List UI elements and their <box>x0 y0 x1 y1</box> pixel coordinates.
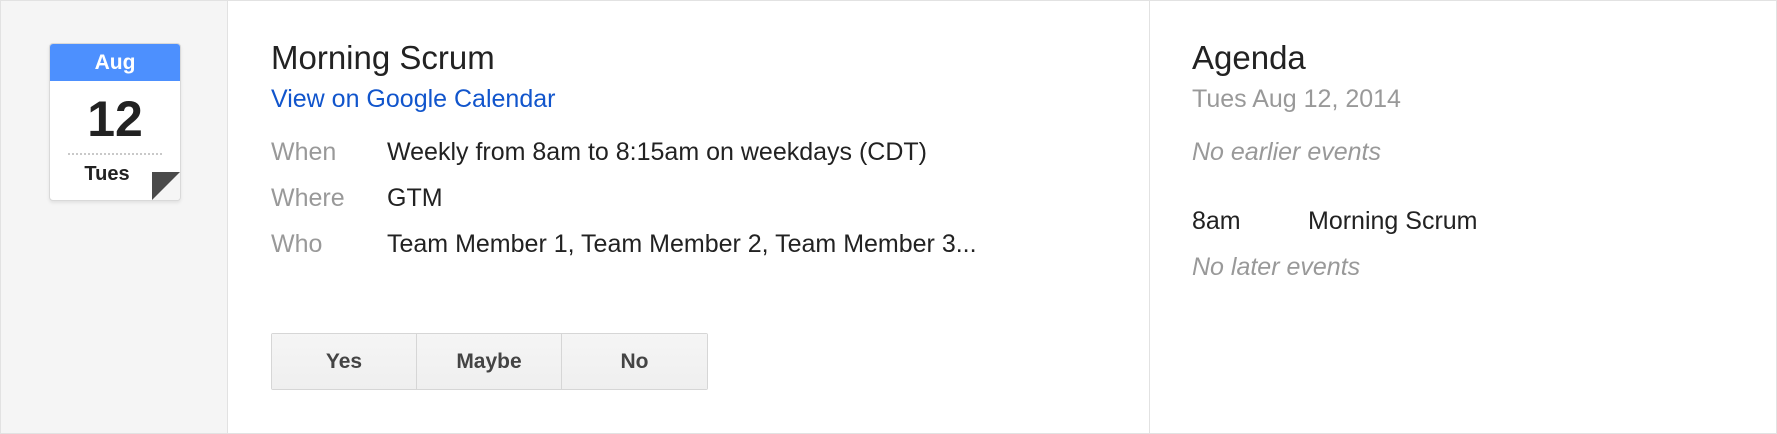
rsvp-button-group: Yes Maybe No <box>271 333 708 390</box>
agenda-title: Agenda <box>1192 39 1306 76</box>
agenda-event-time: 8am <box>1192 207 1241 235</box>
calendar-divider <box>68 153 162 155</box>
calendar-day: 12 <box>87 91 143 147</box>
page-curl-icon <box>152 172 180 200</box>
view-on-google-calendar-link[interactable]: View on Google Calendar <box>271 85 555 114</box>
detail-row-where: Where GTM <box>271 184 443 213</box>
calendar-month: Aug <box>50 44 180 81</box>
rsvp-yes-button[interactable]: Yes <box>272 334 417 389</box>
no-later-events-note: No later events <box>1192 253 1361 281</box>
agenda-panel: Agenda Tues Aug 12, 2014 No earlier even… <box>1150 1 1776 433</box>
agenda-event-item[interactable]: 8am Morning Scrum <box>1192 207 1478 236</box>
rsvp-maybe-button[interactable]: Maybe <box>417 334 562 389</box>
event-details-panel: Morning Scrum View on Google Calendar Wh… <box>228 1 1150 433</box>
when-label: When <box>271 138 337 166</box>
who-value: Team Member 1, Team Member 2, Team Membe… <box>387 230 977 258</box>
detail-row-who: Who Team Member 1, Team Member 2, Team M… <box>271 230 977 259</box>
detail-row-when: When Weekly from 8am to 8:15am on weekda… <box>271 138 927 167</box>
event-title: Morning Scrum <box>271 39 495 76</box>
when-value: Weekly from 8am to 8:15am on weekdays (C… <box>387 138 928 166</box>
agenda-date: Tues Aug 12, 2014 <box>1192 85 1401 113</box>
rsvp-no-button[interactable]: No <box>562 334 707 389</box>
where-value: GTM <box>387 184 443 212</box>
no-earlier-events-note: No earlier events <box>1192 138 1381 166</box>
date-panel: Aug 12 Tues <box>1 1 228 433</box>
where-label: Where <box>271 184 345 212</box>
who-label: Who <box>271 230 323 258</box>
calendar-date-icon: Aug 12 Tues <box>49 43 181 201</box>
agenda-event-title: Morning Scrum <box>1308 207 1478 235</box>
event-invitation-card: Aug 12 Tues Morning Scrum View on Google… <box>0 0 1777 434</box>
